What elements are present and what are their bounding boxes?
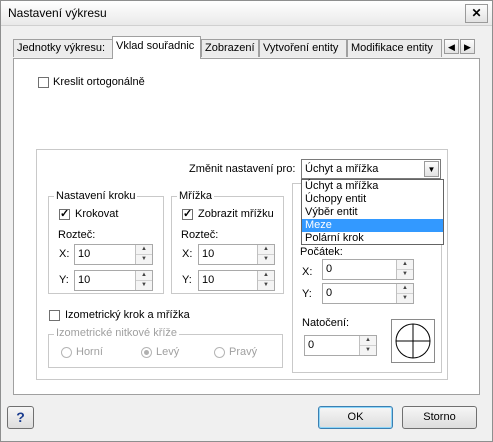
- stepper-up-button[interactable]: ▲: [136, 245, 152, 255]
- stepper-down-button[interactable]: ▼: [258, 281, 274, 290]
- dropdown-option[interactable]: Úchyt a mřížka: [302, 180, 443, 193]
- close-icon: ✕: [471, 6, 482, 20]
- step-checkbox[interactable]: ✓: [59, 209, 70, 220]
- ok-button[interactable]: OK: [318, 406, 393, 429]
- title-bar: Nastavení výkresu ✕: [1, 1, 492, 26]
- iso-checkbox-label: Izometrický krok a mřížka: [65, 309, 190, 321]
- help-button[interactable]: ?: [7, 406, 34, 429]
- rotation-label: Natočení:: [302, 317, 350, 329]
- chevron-left-icon: ◀: [448, 42, 455, 52]
- stepper-down-button[interactable]: ▼: [136, 255, 152, 264]
- ok-label: OK: [347, 411, 364, 423]
- stepper-buttons: ▲ ▼: [257, 271, 274, 290]
- tab-scroll-right-button[interactable]: ▶: [460, 39, 475, 54]
- grid-x-stepper[interactable]: 10 ▲ ▼: [198, 244, 275, 265]
- dropdown-option[interactable]: Výběr entit: [302, 206, 443, 219]
- dropdown-option[interactable]: Polární krok: [302, 232, 443, 245]
- chevron-down-icon: ▼: [427, 165, 436, 174]
- stepper-buttons: ▲ ▼: [135, 245, 152, 264]
- chevron-right-icon: ▶: [464, 42, 471, 52]
- stepper-buttons: ▲ ▼: [359, 336, 376, 355]
- help-icon: ?: [16, 409, 25, 425]
- stepper-up-button[interactable]: ▲: [397, 284, 413, 294]
- rotation-stepper[interactable]: 0 ▲ ▼: [304, 335, 377, 356]
- change-settings-value: Úchyt a mřížka: [305, 163, 379, 175]
- tab-scroll-left-button[interactable]: ◀: [444, 39, 459, 54]
- step-x-value: 10: [78, 248, 91, 260]
- step-y-label: Y:: [59, 274, 69, 286]
- origin-label: Počátek:: [300, 246, 343, 258]
- stepper-up-button[interactable]: ▲: [136, 271, 152, 281]
- tab-entity-creation[interactable]: Vytvoření entity: [259, 39, 347, 57]
- tab-label: Vklad souřadnic: [116, 40, 195, 52]
- stepper-up-button[interactable]: ▲: [258, 271, 274, 281]
- origin-x-stepper[interactable]: 0 ▲ ▼: [322, 259, 414, 280]
- dropdown-option-highlighted[interactable]: Meze: [302, 219, 443, 232]
- grid-y-value: 10: [202, 274, 215, 286]
- stepper-up-button[interactable]: ▲: [360, 336, 376, 346]
- stepper-down-button[interactable]: ▼: [360, 346, 376, 355]
- dropdown-option[interactable]: Úchopy entit: [302, 193, 443, 206]
- iso-radio-left[interactable]: [141, 347, 152, 358]
- step-checkbox-label: Krokovat: [75, 208, 119, 220]
- change-settings-dropdown-list: Úchyt a mřížka Úchopy entit Výběr entit …: [301, 179, 444, 245]
- tab-label: Jednotky výkresu:: [17, 42, 106, 54]
- iso-radio-left-label: Levý: [156, 346, 180, 358]
- change-settings-select[interactable]: Úchyt a mřížka ▼: [301, 159, 441, 179]
- tab-label: Zobrazení: [205, 42, 255, 54]
- iso-radio-top[interactable]: [61, 347, 72, 358]
- step-x-stepper[interactable]: 10 ▲ ▼: [74, 244, 153, 265]
- step-settings-title: Nastavení kroku: [54, 190, 138, 202]
- step-x-label: X:: [59, 248, 70, 260]
- origin-y-stepper[interactable]: 0 ▲ ▼: [322, 283, 414, 304]
- step-spacing-label: Rozteč:: [58, 229, 96, 241]
- rotation-compass-icon[interactable]: [391, 319, 435, 363]
- change-settings-label: Změnit nastavení pro:: [189, 163, 296, 175]
- grid-checkbox-label: Zobrazit mřížku: [198, 208, 274, 220]
- grid-y-label: Y:: [182, 274, 192, 286]
- origin-x-value: 0: [326, 263, 333, 275]
- iso-checkbox[interactable]: [49, 310, 60, 321]
- grid-checkbox[interactable]: ✓: [182, 209, 193, 220]
- step-y-stepper[interactable]: 10 ▲ ▼: [74, 270, 153, 291]
- grid-x-label: X:: [182, 248, 193, 260]
- tab-label: Vytvoření entity: [263, 42, 339, 54]
- tab-label: Modifikace entity: [351, 42, 433, 54]
- stepper-down-button[interactable]: ▼: [397, 270, 413, 279]
- origin-y-value: 0: [326, 287, 333, 299]
- tab-display[interactable]: Zobrazení: [201, 39, 259, 57]
- dialog-window: Nastavení výkresu ✕ Jednotky výkresu: Vk…: [0, 0, 493, 442]
- tab-units[interactable]: Jednotky výkresu:: [13, 39, 113, 57]
- stepper-down-button[interactable]: ▼: [397, 294, 413, 303]
- grid-x-value: 10: [202, 248, 215, 260]
- cancel-label: Storno: [423, 411, 456, 423]
- grid-spacing-label: Rozteč:: [181, 229, 219, 241]
- step-y-value: 10: [78, 274, 91, 286]
- origin-x-label: X:: [302, 266, 313, 278]
- rotation-value: 0: [308, 339, 315, 351]
- tab-coordinate-input[interactable]: Vklad souřadnic: [112, 36, 201, 59]
- tab-entity-modification[interactable]: Modifikace entity: [347, 39, 442, 57]
- stepper-buttons: ▲ ▼: [396, 284, 413, 303]
- stepper-down-button[interactable]: ▼: [136, 281, 152, 290]
- iso-radio-right-label: Pravý: [229, 346, 258, 358]
- ortho-label: Kreslit ortogonálně: [53, 76, 145, 88]
- ortho-checkbox[interactable]: [38, 77, 49, 88]
- stepper-buttons: ▲ ▼: [257, 245, 274, 264]
- stepper-buttons: ▲ ▼: [396, 260, 413, 279]
- origin-y-label: Y:: [302, 288, 312, 300]
- grid-y-stepper[interactable]: 10 ▲ ▼: [198, 270, 275, 291]
- cancel-button[interactable]: Storno: [402, 406, 477, 429]
- stepper-down-button[interactable]: ▼: [258, 255, 274, 264]
- grid-title: Mřížka: [177, 190, 214, 202]
- stepper-up-button[interactable]: ▲: [397, 260, 413, 270]
- iso-crosshair-title: Izometrické nitkové kříže: [54, 327, 180, 339]
- dropdown-button[interactable]: ▼: [424, 161, 439, 177]
- window-title: Nastavení výkresu: [8, 6, 107, 20]
- iso-radio-right[interactable]: [214, 347, 225, 358]
- stepper-up-button[interactable]: ▲: [258, 245, 274, 255]
- stepper-buttons: ▲ ▼: [135, 271, 152, 290]
- iso-radio-top-label: Horní: [76, 346, 103, 358]
- close-button[interactable]: ✕: [465, 4, 488, 23]
